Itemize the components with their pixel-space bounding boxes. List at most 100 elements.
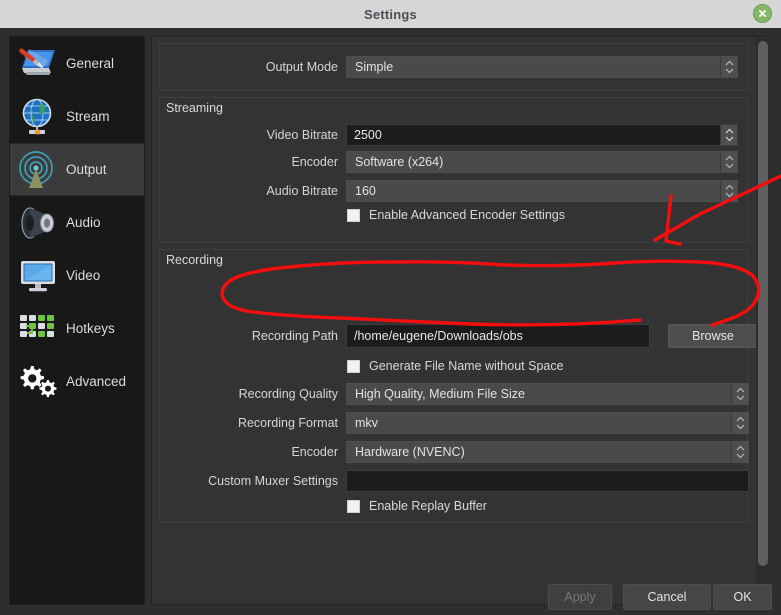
stream-encoder-value: Software (x264) — [355, 155, 444, 169]
chevron-updown-icon — [736, 445, 744, 459]
audio-bitrate-value: 160 — [355, 184, 376, 198]
panel-scrollbar[interactable] — [756, 38, 770, 604]
sidebar-item-label: Output — [66, 162, 107, 177]
output-mode-value: Simple — [355, 60, 394, 74]
recording-path-label: Recording Path — [251, 329, 338, 343]
video-bitrate-value: 2500 — [354, 128, 382, 142]
apply-button-label: Apply — [564, 590, 596, 604]
chevron-updown-icon — [725, 184, 733, 198]
sidebar-item-label: Stream — [66, 109, 110, 124]
recording-encoder-label: Encoder — [291, 445, 338, 459]
recording-quality-arrows[interactable] — [731, 384, 748, 404]
video-bitrate-label: Video Bitrate — [266, 128, 338, 142]
sidebar-item-output[interactable]: Output — [10, 143, 144, 196]
recording-format-row: Recording Format mkv — [160, 412, 749, 434]
recording-format-label: Recording Format — [237, 416, 338, 430]
panel-content: Output Mode Simple Streaming Video Bitra… — [152, 37, 758, 604]
advanced-gears-icon — [16, 360, 60, 404]
stream-encoder-arrows[interactable] — [720, 152, 737, 172]
general-screwdriver-monitor-icon — [16, 42, 60, 86]
title-bar: Settings — [0, 0, 781, 28]
chevron-updown-icon — [725, 60, 733, 74]
audio-bitrate-select[interactable]: 160 — [346, 180, 738, 202]
stream-globe-icon — [16, 95, 60, 139]
recording-group: Recording Recording Path /home/eugene/Do… — [159, 249, 758, 523]
ok-button[interactable]: OK — [713, 584, 772, 610]
streaming-group-title: Streaming — [166, 101, 223, 115]
window-title: Settings — [364, 6, 417, 22]
sidebar-item-label: Audio — [66, 215, 101, 230]
recording-encoder-arrows[interactable] — [731, 442, 748, 462]
apply-button[interactable]: Apply — [548, 584, 612, 610]
hotkeys-keyboard-icon — [16, 307, 60, 351]
video-bitrate-stepper[interactable] — [720, 125, 737, 145]
audio-bitrate-arrows[interactable] — [720, 181, 737, 201]
stream-encoder-label: Encoder — [291, 155, 338, 169]
video-bitrate-input[interactable]: 2500 — [346, 124, 738, 146]
recording-path-value: /home/eugene/Downloads/obs — [354, 329, 523, 343]
output-broadcast-icon — [16, 148, 60, 192]
browse-button[interactable]: Browse — [668, 324, 758, 348]
advanced-encoder-checkbox[interactable] — [347, 208, 360, 222]
sidebar-item-advanced[interactable]: Advanced — [10, 355, 144, 408]
generate-no-space-label: Generate File Name without Space — [369, 359, 564, 373]
recording-group-title: Recording — [166, 253, 223, 267]
video-bitrate-row: Video Bitrate 2500 — [160, 124, 749, 146]
sidebar-item-general[interactable]: General — [10, 37, 144, 90]
stream-encoder-select[interactable]: Software (x264) — [346, 151, 738, 173]
output-mode-arrows[interactable] — [720, 57, 737, 77]
recording-format-value: mkv — [355, 416, 378, 430]
custom-muxer-input[interactable] — [346, 470, 749, 492]
output-mode-group: Output Mode Simple — [159, 43, 748, 91]
sidebar-item-label: Video — [66, 268, 101, 283]
dialog-button-bar: Apply Cancel OK — [0, 577, 781, 615]
close-button[interactable] — [753, 4, 772, 23]
replay-buffer-label: Enable Replay Buffer — [369, 499, 487, 513]
recording-quality-label: Recording Quality — [238, 387, 338, 401]
chevron-updown-icon — [725, 128, 733, 142]
output-mode-row: Output Mode Simple — [160, 56, 749, 78]
audio-speaker-icon — [16, 201, 60, 245]
settings-sidebar: General Stream Output Audio Video Hotkey… — [9, 36, 145, 605]
replay-buffer-checkbox[interactable] — [347, 499, 360, 513]
recording-encoder-select[interactable]: Hardware (NVENC) — [346, 441, 749, 463]
sidebar-item-label: General — [66, 56, 115, 71]
recording-path-input[interactable]: /home/eugene/Downloads/obs — [346, 324, 650, 348]
sidebar-item-label: Hotkeys — [66, 321, 115, 336]
output-settings-panel: Output Mode Simple Streaming Video Bitra… — [151, 36, 772, 605]
recording-quality-value: High Quality, Medium File Size — [355, 387, 525, 401]
sidebar-item-video[interactable]: Video — [10, 249, 144, 302]
generate-no-space-checkbox[interactable] — [347, 359, 360, 373]
sidebar-item-label: Advanced — [66, 374, 127, 389]
recording-quality-row: Recording Quality High Quality, Medium F… — [160, 383, 749, 405]
output-mode-label: Output Mode — [265, 60, 338, 74]
audio-bitrate-row: Audio Bitrate 160 — [160, 180, 749, 202]
ok-button-label: OK — [733, 590, 752, 604]
chevron-updown-icon — [736, 416, 744, 430]
recording-quality-select[interactable]: High Quality, Medium File Size — [346, 383, 749, 405]
recording-format-select[interactable]: mkv — [346, 412, 749, 434]
scrollbar-thumb[interactable] — [758, 41, 768, 566]
replay-buffer-checkbox-row[interactable]: Enable Replay Buffer — [347, 499, 487, 513]
cancel-button-label: Cancel — [647, 590, 687, 604]
browse-button-label: Browse — [692, 329, 734, 343]
sidebar-item-stream[interactable]: Stream — [10, 90, 144, 143]
chevron-updown-icon — [736, 387, 744, 401]
output-mode-select[interactable]: Simple — [346, 56, 738, 78]
generate-no-space-checkbox-row[interactable]: Generate File Name without Space — [347, 359, 564, 373]
recording-path-row: Recording Path /home/eugene/Downloads/ob… — [160, 324, 758, 348]
sidebar-item-audio[interactable]: Audio — [10, 196, 144, 249]
audio-bitrate-label: Audio Bitrate — [266, 184, 338, 198]
recording-encoder-value: Hardware (NVENC) — [355, 445, 465, 459]
recording-format-arrows[interactable] — [731, 413, 748, 433]
cancel-button[interactable]: Cancel — [623, 584, 711, 610]
recording-encoder-row: Encoder Hardware (NVENC) — [160, 441, 749, 463]
custom-muxer-row: Custom Muxer Settings — [160, 470, 749, 492]
advanced-encoder-checkbox-row[interactable]: Enable Advanced Encoder Settings — [347, 208, 565, 222]
video-monitor-icon — [16, 254, 60, 298]
stream-encoder-row: Encoder Software (x264) — [160, 151, 749, 173]
chevron-updown-icon — [725, 155, 733, 169]
window-body: General Stream Output Audio Video Hotkey… — [0, 28, 781, 615]
advanced-encoder-label: Enable Advanced Encoder Settings — [369, 208, 565, 222]
sidebar-item-hotkeys[interactable]: Hotkeys — [10, 302, 144, 355]
